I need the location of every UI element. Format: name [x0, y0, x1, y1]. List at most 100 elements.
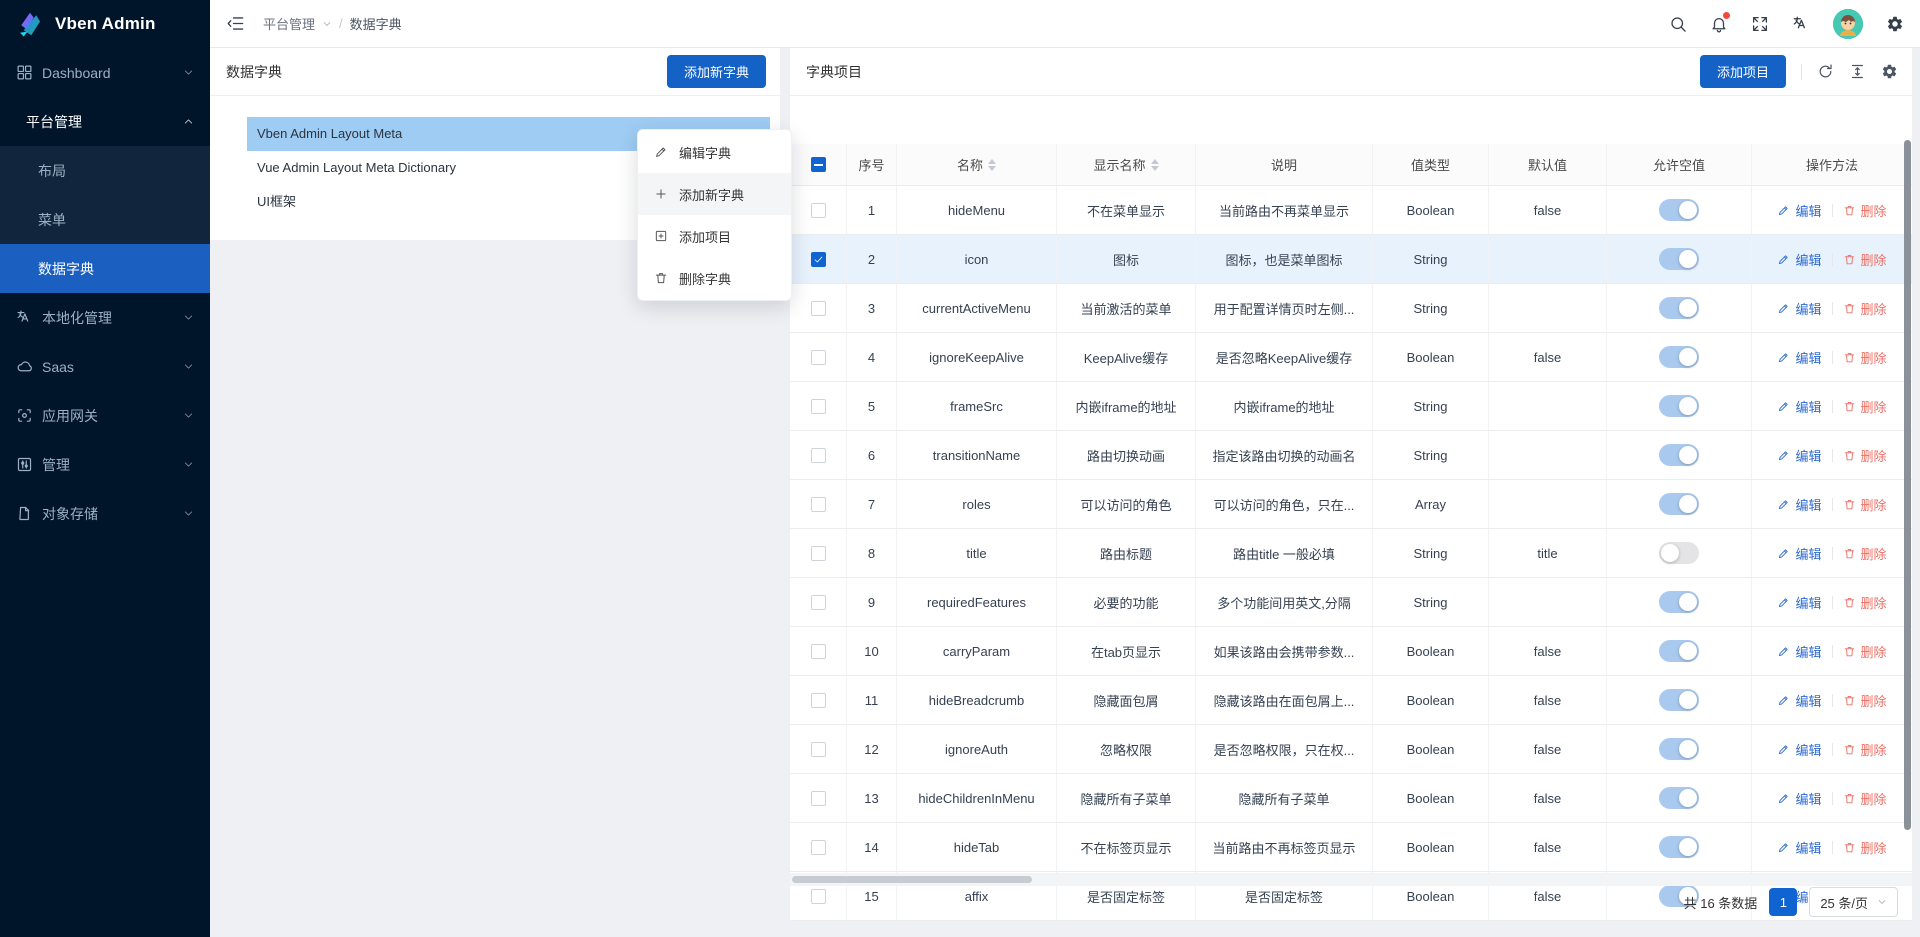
row-checkbox[interactable]	[811, 252, 826, 267]
row-checkbox[interactable]	[811, 595, 826, 610]
edit-button[interactable]: 编辑	[1777, 495, 1821, 514]
allow-empty-toggle[interactable]	[1659, 591, 1699, 613]
fullscreen-icon[interactable]	[1751, 15, 1769, 33]
delete-button[interactable]: 删除	[1843, 299, 1887, 318]
edit-button[interactable]: 编辑	[1777, 740, 1821, 759]
sort-icons[interactable]	[988, 159, 996, 171]
allow-empty-toggle[interactable]	[1659, 444, 1699, 466]
sidebar-item-对象存储[interactable]: 对象存储	[0, 489, 210, 538]
allow-empty-toggle[interactable]	[1659, 640, 1699, 662]
row-checkbox[interactable]	[811, 693, 826, 708]
edit-button[interactable]: 编辑	[1777, 691, 1821, 710]
delete-button[interactable]: 删除	[1843, 495, 1887, 514]
avatar[interactable]	[1833, 9, 1863, 39]
delete-button[interactable]: 删除	[1843, 201, 1887, 220]
row-checkbox[interactable]	[811, 497, 826, 512]
operations: 编辑 删除	[1777, 740, 1886, 759]
horizontal-scrollbar[interactable]	[792, 876, 1032, 883]
row-checkbox[interactable]	[811, 840, 826, 855]
edit-button[interactable]: 编辑	[1777, 299, 1821, 318]
gear-icon[interactable]	[1886, 15, 1904, 33]
allow-empty-toggle[interactable]	[1659, 787, 1699, 809]
item-value-type: Boolean	[1373, 186, 1489, 234]
context-menu-item-trash[interactable]: 删除字典	[638, 257, 791, 299]
sidebar-item-布局[interactable]: 布局	[0, 146, 210, 195]
edit-button[interactable]: 编辑	[1777, 348, 1821, 367]
toggle-knob	[1679, 446, 1697, 464]
select-all-checkbox[interactable]	[811, 157, 826, 172]
sidebar-item-本地化管理[interactable]: 本地化管理	[0, 293, 210, 342]
allow-empty-toggle[interactable]	[1659, 297, 1699, 319]
add-dictionary-button[interactable]: 添加新字典	[667, 55, 766, 88]
delete-button[interactable]: 删除	[1843, 691, 1887, 710]
edit-button[interactable]: 编辑	[1777, 789, 1821, 808]
delete-button[interactable]: 删除	[1843, 397, 1887, 416]
row-checkbox[interactable]	[811, 644, 826, 659]
delete-button[interactable]: 删除	[1843, 544, 1887, 563]
delete-button[interactable]: 删除	[1843, 593, 1887, 612]
edit-button[interactable]: 编辑	[1777, 838, 1821, 857]
edit-button[interactable]: 编辑	[1777, 593, 1821, 612]
row-checkbox[interactable]	[811, 350, 826, 365]
sort-icons[interactable]	[1151, 159, 1159, 171]
notifications-button[interactable]	[1710, 15, 1728, 33]
delete-button[interactable]: 删除	[1843, 642, 1887, 661]
allow-empty-toggle[interactable]	[1659, 248, 1699, 270]
allow-empty-toggle[interactable]	[1659, 346, 1699, 368]
sidebar-item-数据字典[interactable]: 数据字典	[0, 244, 210, 293]
edit-button[interactable]: 编辑	[1777, 201, 1821, 220]
edit-button[interactable]: 编辑	[1777, 250, 1821, 269]
row-checkbox[interactable]	[811, 448, 826, 463]
allow-empty-toggle[interactable]	[1659, 199, 1699, 221]
row-checkbox[interactable]	[811, 546, 826, 561]
context-menu-item-plus[interactable]: 添加新字典	[638, 173, 791, 215]
item-display-name: 路由切换动画	[1057, 431, 1196, 479]
total-count: 共 16 条数据	[1684, 893, 1758, 912]
allow-empty-toggle[interactable]	[1659, 542, 1699, 564]
row-checkbox[interactable]	[811, 791, 826, 806]
row-checkbox[interactable]	[811, 399, 826, 414]
edit-button[interactable]: 编辑	[1777, 397, 1821, 416]
context-menu-item-plus-square[interactable]: 添加项目	[638, 215, 791, 257]
row-checkbox[interactable]	[811, 742, 826, 757]
page-button-1[interactable]: 1	[1769, 888, 1797, 916]
edit-button[interactable]: 编辑	[1777, 642, 1821, 661]
vertical-scrollbar[interactable]	[1904, 140, 1911, 830]
edit-button[interactable]: 编辑	[1777, 544, 1821, 563]
app-logo[interactable]: Vben Admin	[0, 0, 210, 48]
breadcrumb-current[interactable]: 数据字典	[350, 14, 402, 33]
sidebar-item-应用网关[interactable]: 应用网关	[0, 391, 210, 440]
sidebar-item-平台管理[interactable]: 平台管理	[0, 97, 210, 146]
edit-button[interactable]: 编辑	[1777, 446, 1821, 465]
sidebar-collapse-icon[interactable]	[226, 14, 245, 33]
add-item-button[interactable]: 添加项目	[1700, 55, 1786, 88]
allow-empty-toggle[interactable]	[1659, 395, 1699, 417]
context-menu-item-pencil[interactable]: 编辑字典	[638, 131, 791, 173]
sidebar-item-管理[interactable]: 管理	[0, 440, 210, 489]
delete-button[interactable]: 删除	[1843, 446, 1887, 465]
breadcrumb-parent[interactable]: 平台管理	[263, 14, 315, 33]
delete-button[interactable]: 删除	[1843, 348, 1887, 367]
table-row: 2icon图标图标，也是菜单图标String编辑删除	[790, 235, 1912, 284]
sidebar-item-菜单[interactable]: 菜单	[0, 195, 210, 244]
sidebar-item-dashboard[interactable]: Dashboard	[0, 48, 210, 97]
search-icon[interactable]	[1669, 15, 1687, 33]
allow-empty-toggle[interactable]	[1659, 836, 1699, 858]
gear-icon[interactable]	[1881, 63, 1898, 80]
refresh-icon[interactable]	[1817, 63, 1834, 80]
translate-icon[interactable]	[1792, 15, 1810, 33]
delete-button[interactable]: 删除	[1843, 740, 1887, 759]
item-value-type: String	[1373, 578, 1489, 626]
row-checkbox[interactable]	[811, 301, 826, 316]
page-size-select[interactable]: 25 条/页	[1809, 887, 1898, 917]
sidebar-item-saas[interactable]: Saas	[0, 342, 210, 391]
allow-empty-toggle[interactable]	[1659, 493, 1699, 515]
delete-button[interactable]: 删除	[1843, 789, 1887, 808]
row-checkbox[interactable]	[811, 203, 826, 218]
allow-empty-toggle[interactable]	[1659, 689, 1699, 711]
delete-button[interactable]: 删除	[1843, 838, 1887, 857]
delete-button[interactable]: 删除	[1843, 250, 1887, 269]
table-header-cell-4: 说明	[1196, 144, 1373, 185]
allow-empty-toggle[interactable]	[1659, 738, 1699, 760]
row-height-icon[interactable]	[1849, 63, 1866, 80]
